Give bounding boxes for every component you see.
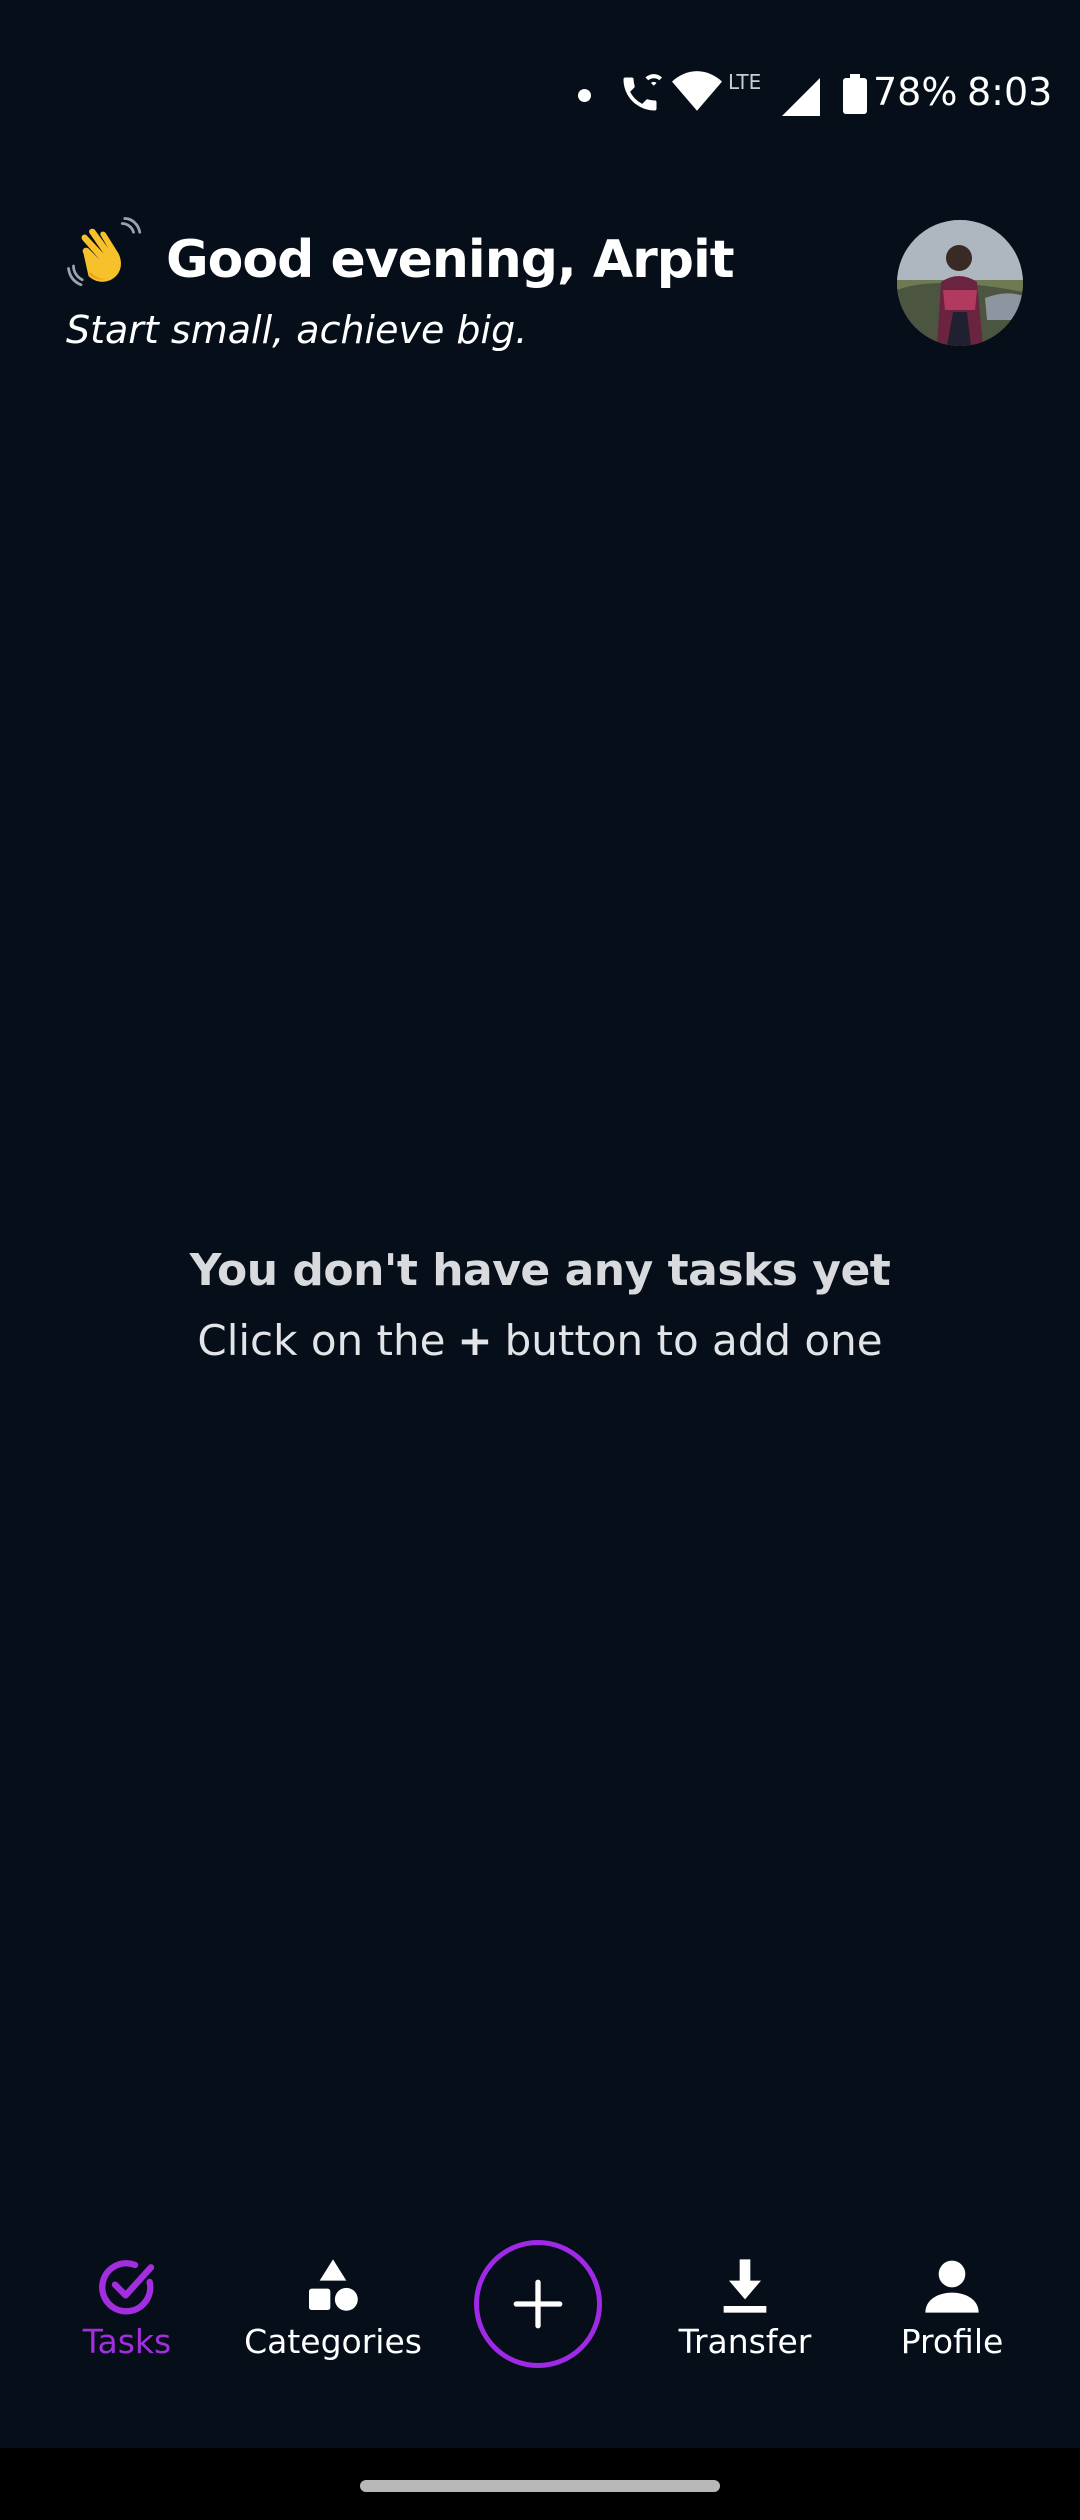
- lte-label: LTE: [728, 70, 762, 94]
- battery-percentage: 78%: [873, 70, 958, 114]
- add-task-button[interactable]: [474, 2240, 602, 2368]
- empty-hint-prefix: Click on the: [197, 1316, 446, 1365]
- nav-label-profile: Profile: [900, 2322, 1004, 2361]
- empty-hint-plus: +: [457, 1316, 493, 1365]
- plus-icon: [513, 2279, 563, 2329]
- home-indicator[interactable]: [360, 2480, 720, 2492]
- waving-hand-icon: [67, 217, 142, 287]
- nav-label-categories: Categories: [244, 2322, 422, 2361]
- person-icon: [925, 2260, 979, 2313]
- nav-tab-transfer[interactable]: Transfer: [645, 2254, 845, 2361]
- profile-avatar[interactable]: [897, 220, 1023, 346]
- empty-state-hint: Click on the + button to add one: [0, 1316, 1080, 1365]
- bottom-navigation: Tasks Categories Transfer Profile: [0, 2230, 1080, 2380]
- battery-icon: [843, 74, 867, 114]
- shapes-icon: [309, 2259, 358, 2311]
- empty-state-title: You don't have any tasks yet: [189, 1245, 891, 1296]
- clock: 8:03: [967, 70, 1053, 114]
- greeting-title: Good evening, Arpit: [166, 230, 735, 290]
- nav-label-tasks: Tasks: [82, 2322, 172, 2361]
- wifi-icon: [672, 71, 722, 111]
- empty-hint-suffix: button to add one: [504, 1316, 883, 1365]
- wifi-calling-icon: [623, 74, 662, 111]
- status-bar: LTE 78% 8:03: [0, 0, 1080, 190]
- cellular-signal-icon: [782, 78, 820, 116]
- tagline: Start small, achieve big.: [66, 308, 528, 352]
- nav-tab-categories[interactable]: Categories: [233, 2254, 433, 2361]
- avatar-image: [897, 220, 1023, 346]
- empty-state: You don't have any tasks yet Click on th…: [0, 1245, 1080, 1365]
- nav-tab-tasks[interactable]: Tasks: [27, 2254, 227, 2361]
- notification-dot-icon: [578, 89, 591, 102]
- nav-label-transfer: Transfer: [678, 2322, 812, 2361]
- download-icon: [723, 2259, 767, 2313]
- check-circle-icon: [99, 2260, 155, 2315]
- nav-tab-profile[interactable]: Profile: [852, 2254, 1052, 2361]
